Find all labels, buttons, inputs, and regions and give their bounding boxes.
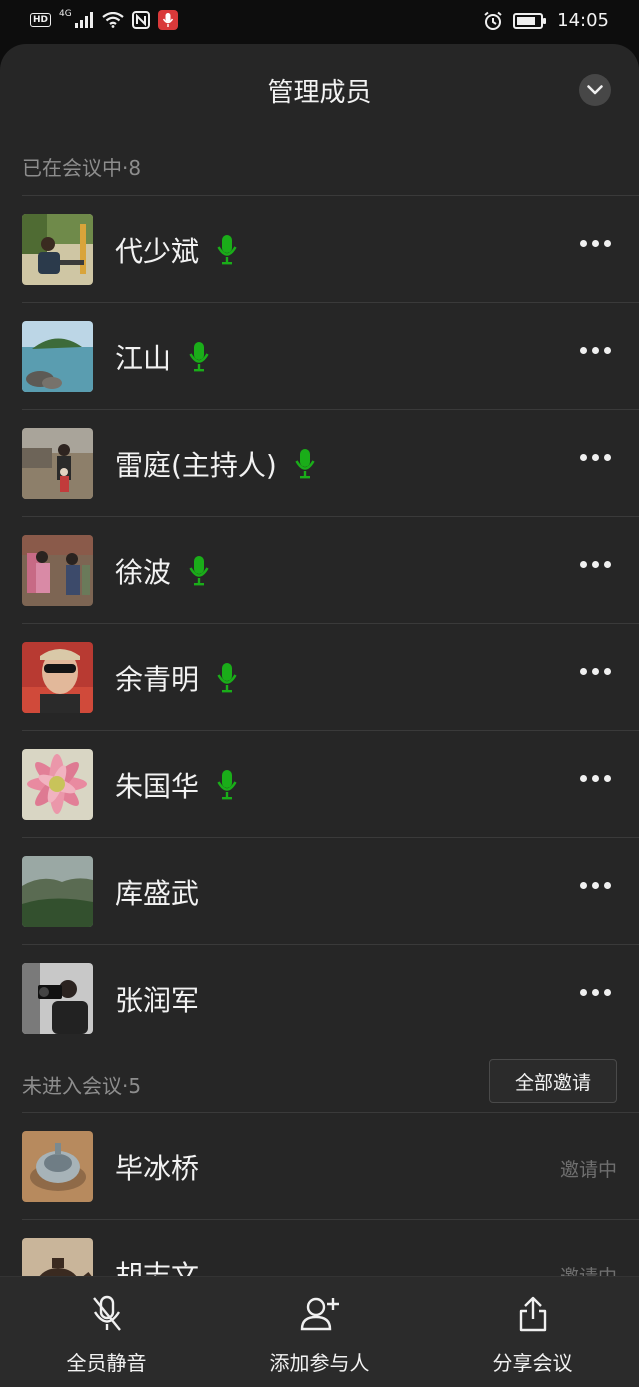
add-person-icon bbox=[300, 1297, 339, 1331]
alarm-icon bbox=[484, 11, 502, 30]
member-name: 朱国华 bbox=[115, 770, 200, 803]
clock: 14:05 bbox=[557, 10, 609, 31]
mic-icon bbox=[189, 556, 209, 586]
network-type: 4G bbox=[59, 9, 72, 19]
avatar bbox=[22, 535, 93, 606]
status-bar: HD 4G 14:05 bbox=[0, 0, 639, 44]
mic-off-icon bbox=[92, 1295, 121, 1331]
mic-icon bbox=[189, 342, 209, 372]
sheet-title: 管理成员 bbox=[267, 78, 372, 108]
more-icon[interactable] bbox=[580, 240, 611, 247]
wifi-icon bbox=[102, 12, 124, 28]
share-meeting-label: 分享会议 bbox=[492, 1351, 573, 1375]
member-row[interactable]: 张润军 bbox=[0, 945, 639, 1052]
more-icon[interactable] bbox=[580, 882, 611, 889]
mic-icon bbox=[217, 663, 237, 693]
more-icon[interactable] bbox=[580, 561, 611, 568]
member-row[interactable]: 雷庭(主持人) bbox=[0, 410, 639, 517]
member-row[interactable]: 余青明 bbox=[0, 624, 639, 731]
manage-members-sheet: 管理成员 已在会议中·8 代少斌 江山 雷庭(主持人) 徐波 余青明 朱国华 库… bbox=[0, 44, 639, 1386]
add-participant-label: 添加参与人 bbox=[269, 1351, 370, 1375]
mic-icon bbox=[217, 235, 237, 265]
avatar bbox=[22, 214, 93, 285]
battery-icon bbox=[513, 12, 547, 29]
avatar bbox=[22, 321, 93, 392]
member-name: 毕冰桥 bbox=[115, 1152, 200, 1185]
mic-icon bbox=[217, 770, 237, 800]
member-row[interactable]: 代少斌 bbox=[0, 196, 639, 303]
not-joined-label: 未进入会议·5 bbox=[22, 1074, 142, 1098]
member-name: 代少斌 bbox=[115, 235, 200, 268]
nfc-icon bbox=[131, 11, 150, 29]
more-icon[interactable] bbox=[580, 668, 611, 675]
member-name: 库盛武 bbox=[115, 877, 200, 910]
avatar bbox=[22, 428, 93, 499]
member-name: 张润军 bbox=[115, 984, 200, 1017]
member-name: 余青明 bbox=[115, 663, 200, 696]
member-row[interactable]: 朱国华 bbox=[0, 731, 639, 838]
mute-all-label: 全员静音 bbox=[66, 1351, 147, 1375]
avatar bbox=[22, 642, 93, 713]
mic-icon bbox=[295, 449, 315, 479]
share-icon bbox=[519, 1296, 546, 1332]
member-row[interactable]: 江山 bbox=[0, 303, 639, 410]
member-row[interactable]: 徐波 bbox=[0, 517, 639, 624]
more-icon[interactable] bbox=[580, 989, 611, 996]
more-icon[interactable] bbox=[580, 775, 611, 782]
hd-badge: HD bbox=[30, 13, 52, 27]
chevron-down-icon bbox=[587, 85, 603, 95]
collapse-button[interactable] bbox=[579, 74, 611, 106]
recording-mic-icon bbox=[157, 10, 178, 30]
member-name: 徐波 bbox=[115, 556, 172, 589]
member-row[interactable]: 库盛武 bbox=[0, 838, 639, 945]
invite-all-button[interactable]: 全部邀请 bbox=[489, 1059, 617, 1103]
signal-icon bbox=[74, 12, 93, 28]
avatar bbox=[22, 1131, 93, 1202]
member-name: 雷庭(主持人) bbox=[115, 449, 277, 482]
add-participant-button[interactable]: 添加参与人 bbox=[213, 1277, 426, 1387]
avatar bbox=[22, 963, 93, 1034]
more-icon[interactable] bbox=[580, 347, 611, 354]
member-name: 江山 bbox=[115, 342, 172, 375]
member-row[interactable]: 毕冰桥 邀请中 bbox=[0, 1113, 639, 1220]
mute-all-button[interactable]: 全员静音 bbox=[0, 1277, 213, 1387]
bottom-toolbar: 全员静音 添加参与人 分享会议 bbox=[0, 1276, 639, 1387]
more-icon[interactable] bbox=[580, 454, 611, 461]
avatar bbox=[22, 856, 93, 927]
share-meeting-button[interactable]: 分享会议 bbox=[426, 1277, 639, 1387]
avatar bbox=[22, 749, 93, 820]
in-meeting-label: 已在会议中·8 bbox=[22, 156, 142, 180]
invite-status: 邀请中 bbox=[559, 1159, 617, 1181]
